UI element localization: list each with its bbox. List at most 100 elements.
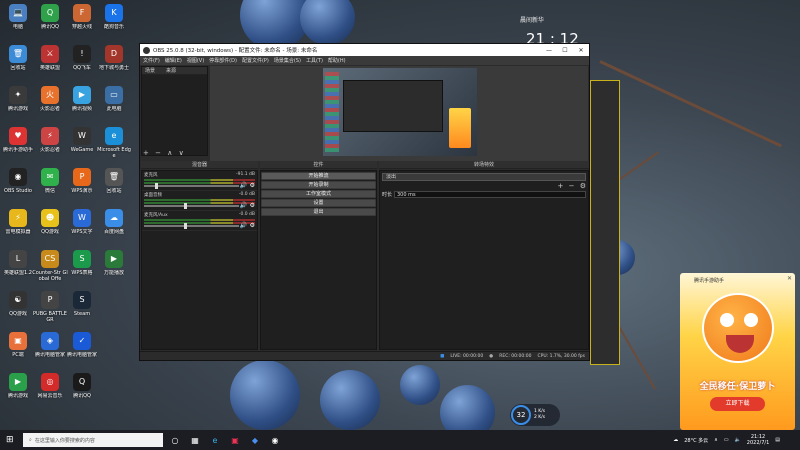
- desktop-icon[interactable]: L 英雄联盟1.2: [0, 250, 36, 282]
- add-transition-icon[interactable]: +: [558, 182, 564, 190]
- desktop-icon[interactable]: ▣ PC端: [0, 332, 36, 364]
- desktop-icon[interactable]: Q 腾讯QQ: [64, 373, 100, 405]
- desktop-icon[interactable]: W WeGame: [64, 127, 100, 159]
- obs-taskbar-icon[interactable]: ◉: [267, 432, 283, 448]
- app-taskbar-icon[interactable]: ▣: [227, 432, 243, 448]
- desktop-icon[interactable]: ♥ 腾讯手游助手: [0, 127, 36, 159]
- desktop-icon[interactable]: ◉ OBS Studio: [0, 168, 36, 200]
- desktop-icon[interactable]: ⚔ 英雄联盟: [32, 45, 68, 77]
- remove-scene-icon[interactable]: −: [155, 149, 161, 157]
- desktop-icon[interactable]: ✦ 腾讯游戏: [0, 86, 36, 118]
- desktop-icon[interactable]: ✓ 腾讯电脑管家: [64, 332, 100, 364]
- network-icon[interactable]: ▭: [724, 437, 729, 443]
- slider-knob[interactable]: [183, 223, 187, 229]
- move-up-icon[interactable]: ∧: [167, 149, 172, 157]
- windows-start-icon[interactable]: ⊞: [6, 435, 14, 445]
- menu-item[interactable]: 视图(V): [187, 57, 204, 64]
- volume-icon[interactable]: 🔈: [735, 437, 741, 443]
- desktop-icon[interactable]: 🗑 回收站: [0, 45, 36, 77]
- menu-item[interactable]: 编辑(E): [165, 57, 182, 64]
- remove-transition-icon[interactable]: −: [569, 182, 575, 190]
- desktop-icon[interactable]: ▶ 万能播放: [96, 250, 132, 282]
- duration-input[interactable]: 300 ms: [394, 191, 586, 198]
- desktop-icon[interactable]: ⚡ 雷电模拟器: [0, 209, 36, 241]
- menu-item[interactable]: 文件(F): [143, 57, 160, 64]
- volume-meter: [144, 179, 255, 181]
- channel-settings-icon[interactable]: ⚙: [250, 202, 255, 209]
- menu-item[interactable]: 配置文件(P): [242, 57, 269, 64]
- desktop-icon[interactable]: ✉ 微信: [32, 168, 68, 200]
- desktop-icon[interactable]: 🗑 回收站: [96, 168, 132, 200]
- control-button[interactable]: 工作室模式: [261, 190, 376, 198]
- control-button[interactable]: 开始录制: [261, 181, 376, 189]
- desktop-icon[interactable]: ▶ 腾讯视频: [64, 86, 100, 118]
- menu-item[interactable]: 停靠部件(D): [209, 57, 237, 64]
- volume-slider[interactable]: [144, 203, 239, 209]
- desktop-icon[interactable]: 💻 电脑: [0, 4, 36, 36]
- tray-chevron-icon[interactable]: ∧: [714, 437, 718, 443]
- control-button[interactable]: 设置: [261, 199, 376, 207]
- obs-menubar: 文件(F) 编辑(E) 视图(V) 停靠部件(D) 配置文件(P) 场景集合(S) 工具(T…: [140, 56, 589, 65]
- desktop-icon[interactable]: ⚡ 火影忍者: [32, 127, 68, 159]
- control-button[interactable]: 开始推流: [261, 172, 376, 180]
- browser-taskbar-icon[interactable]: ◆: [247, 432, 263, 448]
- transition-select[interactable]: 淡出: [382, 173, 586, 181]
- volume-slider[interactable]: [144, 223, 239, 229]
- slider-knob[interactable]: [155, 183, 159, 189]
- menu-item[interactable]: 场景集合(S): [274, 57, 301, 64]
- desktop-icon[interactable]: W WPS文字: [64, 209, 100, 241]
- ad-download-button[interactable]: 立即下载: [710, 397, 765, 411]
- tray-clock[interactable]: 21:12 2022/7/1: [747, 434, 769, 446]
- speaker-icon[interactable]: 🔊: [240, 222, 247, 229]
- taskbar-apps-icon[interactable]: ▦: [187, 432, 203, 448]
- desktop-icon[interactable]: ☻ QQ游戏: [32, 209, 68, 241]
- slider-knob[interactable]: [183, 203, 187, 209]
- network-meter[interactable]: 32 1 K/s 2 K/s: [510, 404, 560, 426]
- desktop-icon[interactable]: Q 腾讯QQ: [32, 4, 68, 36]
- desktop-icon[interactable]: S WPS表格: [64, 250, 100, 282]
- close-icon[interactable]: ✕: [573, 47, 589, 54]
- desktop-icon[interactable]: ▶ 腾讯游戏: [0, 373, 36, 405]
- transition-settings-icon[interactable]: ⚙: [580, 182, 586, 190]
- maximize-icon[interactable]: ☐: [557, 47, 573, 54]
- preview-area[interactable]: [210, 66, 588, 161]
- desktop-icon-label: 腾讯游戏: [7, 106, 28, 112]
- ad-popup[interactable]: 腾讯手游助手 ✕ 全民移任·保卫萝卜 立即下载: [680, 273, 795, 430]
- move-down-icon[interactable]: ∨: [179, 149, 184, 157]
- desktop-icon[interactable]: ◎ 网易云音乐: [32, 373, 68, 405]
- control-button[interactable]: 退出: [261, 208, 376, 216]
- volume-meter: [144, 202, 255, 204]
- desktop-icon[interactable]: P WPS演示: [64, 168, 100, 200]
- menu-item[interactable]: 帮助(H): [328, 57, 346, 64]
- channel-settings-icon[interactable]: ⚙: [250, 182, 255, 189]
- app-icon: ▶: [105, 250, 123, 268]
- speaker-icon[interactable]: 🔊: [240, 182, 247, 189]
- desktop-icon[interactable]: CS Counter-Str Global Offe: [32, 250, 68, 282]
- desktop-icon[interactable]: ! QQ飞车: [64, 45, 100, 77]
- ad-close-icon[interactable]: ✕: [787, 275, 792, 282]
- desktop-icon[interactable]: ☯ QQ游戏: [0, 291, 36, 323]
- desktop-icon[interactable]: 火火影忍者: [32, 86, 68, 118]
- desktop-icon[interactable]: ▭ 此电脑: [96, 86, 132, 118]
- speaker-icon[interactable]: 🔊: [240, 202, 247, 209]
- desktop-icon[interactable]: S Steam: [64, 291, 100, 323]
- obs-window[interactable]: OBS 25.0.8 (32-bit, windows) - 配置文件: 未命名…: [139, 43, 590, 361]
- channel-settings-icon[interactable]: ⚙: [250, 222, 255, 229]
- desktop-icon[interactable]: P PUBG BATTLEGR: [32, 291, 68, 323]
- taskbar-search[interactable]: ⌕ 在这里输入你要搜索的内容: [23, 433, 163, 447]
- minimize-icon[interactable]: —: [541, 47, 557, 54]
- task-view-icon[interactable]: ○: [167, 432, 183, 448]
- add-scene-icon[interactable]: +: [143, 149, 149, 157]
- desktop-icon[interactable]: D 地下城与勇士: [96, 45, 132, 77]
- desktop-icon[interactable]: K 酷狗音乐: [96, 4, 132, 36]
- volume-slider[interactable]: [144, 183, 239, 189]
- desktop-icon[interactable]: F 穿越火线: [64, 4, 100, 36]
- background-window[interactable]: [590, 80, 620, 365]
- desktop-icon[interactable]: ☁ 百度网盘: [96, 209, 132, 241]
- desktop-icon[interactable]: ◈ 腾讯电脑管家: [32, 332, 68, 364]
- desktop-icon[interactable]: e Microsoft Edge: [96, 127, 132, 159]
- menu-item[interactable]: 工具(T): [306, 57, 323, 64]
- notification-icon[interactable]: ▤: [775, 437, 780, 443]
- obs-titlebar[interactable]: OBS 25.0.8 (32-bit, windows) - 配置文件: 未命名…: [140, 44, 589, 56]
- edge-taskbar-icon[interactable]: e: [207, 432, 223, 448]
